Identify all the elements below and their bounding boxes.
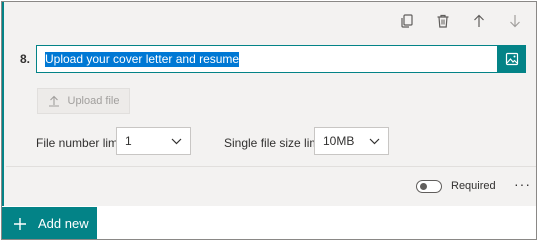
- upload-file-label: Upload file: [67, 95, 120, 107]
- question-frame: 8. Upload your cover letter and resume U…: [1, 1, 537, 240]
- add-new-label: Add new: [38, 216, 89, 231]
- more-options-button[interactable]: ···: [514, 176, 531, 192]
- plus-icon: [14, 217, 26, 230]
- image-icon: [505, 52, 519, 66]
- question-card: 8. Upload your cover letter and resume U…: [2, 2, 536, 206]
- copy-button[interactable]: [398, 12, 416, 30]
- question-title-text: Upload your cover letter and resume: [45, 51, 240, 67]
- toggle-knob: [420, 183, 427, 190]
- copy-icon: [401, 14, 413, 28]
- delete-icon: [437, 14, 449, 28]
- question-toolbar: [398, 12, 524, 30]
- upload-file-button[interactable]: Upload file: [37, 88, 130, 114]
- question-number: 8.: [20, 52, 31, 66]
- add-new-button[interactable]: Add new: [2, 207, 97, 239]
- file-number-limit-select[interactable]: 1: [116, 127, 191, 155]
- move-down-button[interactable]: [506, 12, 524, 30]
- move-up-icon: [474, 14, 484, 27]
- required-label: Required: [451, 180, 496, 192]
- file-size-limit-label: Single file size limit:: [224, 136, 329, 150]
- delete-button[interactable]: [434, 12, 452, 30]
- insert-image-button[interactable]: [498, 45, 526, 73]
- upload-icon: [48, 95, 59, 107]
- file-number-limit-value: 1: [125, 134, 132, 148]
- move-up-button[interactable]: [470, 12, 488, 30]
- file-size-limit-select[interactable]: 10MB: [314, 127, 389, 155]
- file-size-limit-value: 10MB: [323, 134, 355, 148]
- question-title-row: Upload your cover letter and resume: [36, 45, 526, 73]
- question-title-input[interactable]: Upload your cover letter and resume: [36, 45, 498, 73]
- required-toggle[interactable]: [416, 180, 442, 193]
- card-divider: [6, 166, 536, 167]
- chevron-down-icon: [171, 138, 182, 144]
- move-down-icon: [510, 15, 520, 28]
- chevron-down-icon: [369, 138, 380, 144]
- file-number-limit-label: File number limit:: [36, 136, 128, 150]
